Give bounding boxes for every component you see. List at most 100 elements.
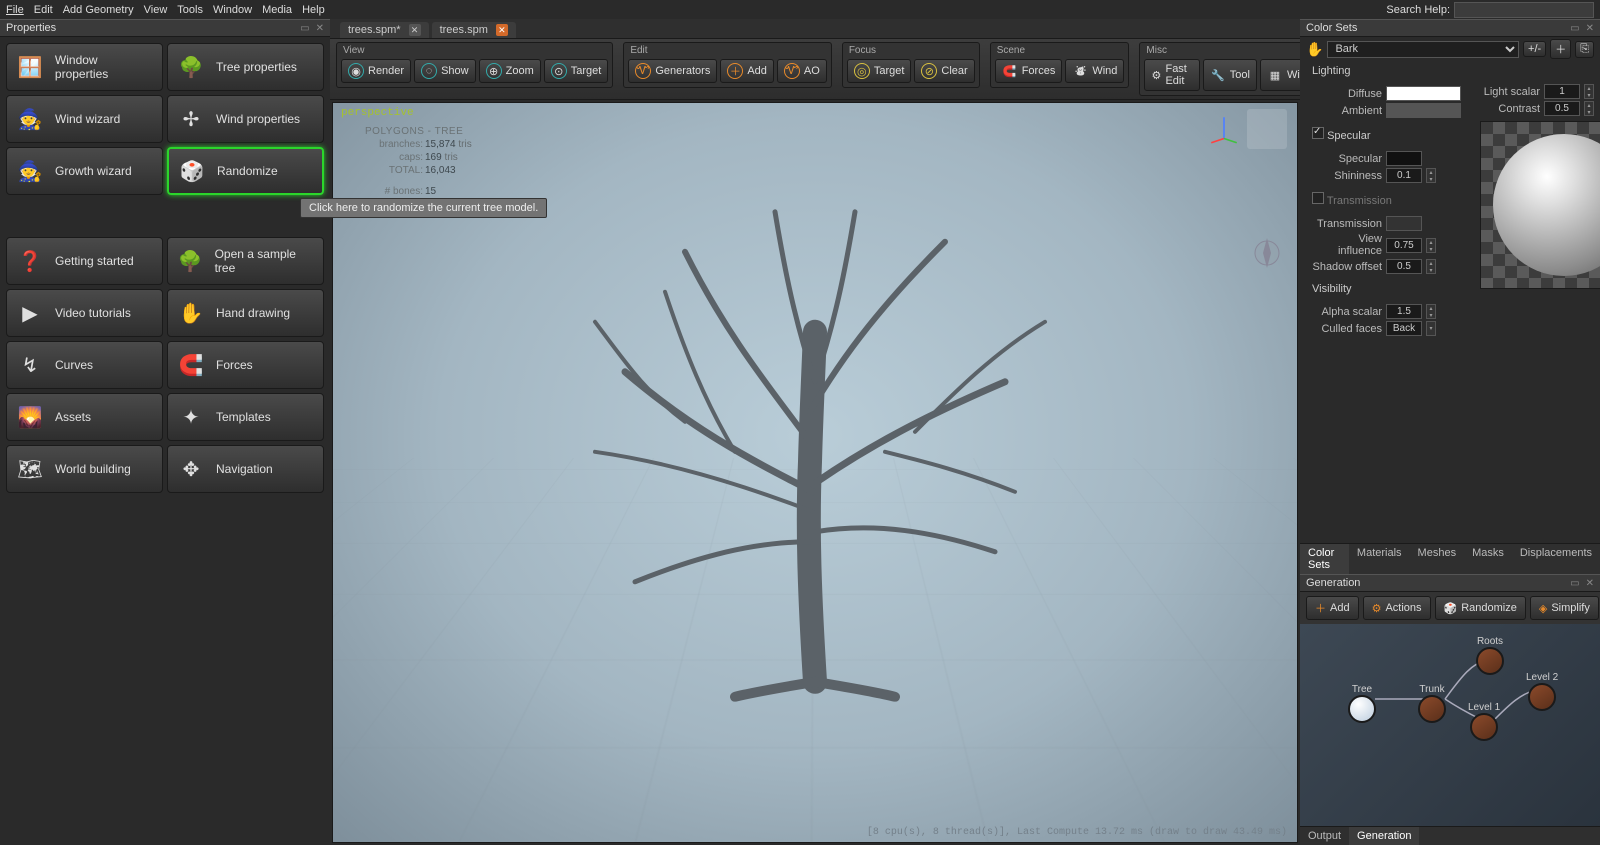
gen-node-trunk[interactable]: Trunk — [1418, 684, 1446, 723]
btn-show[interactable]: ◌Show — [414, 59, 476, 83]
inspector-tab-masks[interactable]: Masks — [1464, 544, 1512, 574]
gen-node-level1[interactable]: Level 1 — [1468, 702, 1500, 741]
tile-navigation[interactable]: ✥Navigation — [167, 445, 324, 493]
shininess-spinner[interactable]: ▴▾ — [1426, 168, 1436, 183]
culled-dropdown[interactable]: ▾ — [1426, 321, 1436, 336]
tile-label: Getting started — [55, 254, 134, 268]
panel-float-icon[interactable]: ▭ — [1570, 578, 1579, 589]
view-cube[interactable] — [1247, 109, 1287, 149]
add-colorset-button[interactable]: ＋ — [1550, 39, 1571, 59]
gen-status-tab-generation[interactable]: Generation — [1349, 827, 1419, 845]
btn-generators[interactable]: ᏉGenerators — [628, 59, 717, 83]
gen-node-roots[interactable]: Roots — [1476, 636, 1504, 675]
menu-media[interactable]: Media — [262, 4, 292, 16]
btn-tool[interactable]: 🔧Tool — [1203, 59, 1257, 91]
light-scalar-input[interactable]: 1 — [1544, 84, 1580, 99]
inspector-tab-materials[interactable]: Materials — [1349, 544, 1410, 574]
btn-wind[interactable]: ⛇Wind — [1065, 59, 1124, 83]
tile-hand-drawing[interactable]: ✋Hand drawing — [167, 289, 324, 337]
panel-close-icon[interactable]: ✕ — [1586, 578, 1594, 589]
simplify-icon: ◈ — [1539, 602, 1547, 615]
contrast-input[interactable]: 0.5 — [1544, 101, 1580, 116]
btn-ao[interactable]: ᏉAO — [777, 59, 827, 83]
tile-getting-started[interactable]: ❓Getting started — [6, 237, 163, 285]
panel-float-icon[interactable]: ▭ — [1570, 23, 1579, 34]
gen-status-tab-output[interactable]: Output — [1300, 827, 1349, 845]
btn-focus-target[interactable]: ◎Target — [847, 59, 912, 83]
shadow-offset-input[interactable]: 0.5 — [1386, 259, 1422, 274]
shadow-offset-spinner[interactable]: ▴▾ — [1426, 259, 1436, 274]
inspector-tab-meshes[interactable]: Meshes — [1410, 544, 1465, 574]
btn-focus-clear[interactable]: ⊘Clear — [914, 59, 974, 83]
copy-colorset-button[interactable]: ⎘ — [1575, 41, 1594, 58]
tile-window-properties[interactable]: 🪟Window properties — [6, 43, 163, 91]
ambient-swatch[interactable] — [1386, 103, 1461, 118]
contrast-label: Contrast — [1480, 103, 1540, 115]
menu-edit[interactable]: Edit — [34, 4, 53, 16]
culled-select[interactable]: Back — [1386, 321, 1422, 336]
alpha-scalar-input[interactable]: 1.5 — [1386, 304, 1422, 319]
tile-wind-wizard[interactable]: 🧙Wind wizard — [6, 95, 163, 143]
axis-gizmo[interactable] — [1207, 113, 1241, 147]
contrast-spinner[interactable]: ▴▾ — [1584, 101, 1594, 116]
tile-open-sample[interactable]: 🌳Open a sample tree — [167, 237, 324, 285]
specular-checkbox[interactable] — [1312, 127, 1324, 139]
menu-tools[interactable]: Tools — [177, 4, 203, 16]
menu-window[interactable]: Window — [213, 4, 252, 16]
gen-node-level2[interactable]: Level 2 — [1526, 672, 1558, 711]
hand-icon[interactable]: ✋ — [1306, 41, 1323, 58]
gen-btn-simplify[interactable]: ◈Simplify — [1530, 596, 1599, 620]
light-scalar-spinner[interactable]: ▴▾ — [1584, 84, 1594, 99]
menu-add-geometry[interactable]: Add Geometry — [63, 4, 134, 16]
compass-gizmo[interactable] — [1247, 233, 1287, 273]
color-set-select[interactable]: Bark — [1327, 41, 1519, 58]
inspector-tab-color-sets[interactable]: Color Sets — [1300, 544, 1349, 574]
btn-fast-edit[interactable]: ⚙Fast Edit — [1144, 59, 1199, 91]
tile-tree-properties[interactable]: 🌳Tree properties — [167, 43, 324, 91]
toolgroup-focus-label: Focus — [847, 45, 975, 59]
tile-forces[interactable]: 🧲Forces — [167, 341, 324, 389]
panel-close-icon[interactable]: ✕ — [316, 23, 324, 34]
tile-growth-wizard[interactable]: 🧙Growth wizard — [6, 147, 163, 195]
tree-model[interactable] — [535, 181, 1095, 701]
view-influence-input[interactable]: 0.75 — [1386, 238, 1422, 253]
gen-btn-actions[interactable]: ⚙Actions — [1363, 596, 1431, 620]
tile-world-building[interactable]: 🗺World building — [6, 445, 163, 493]
document-tab[interactable]: trees.spm✕ — [432, 22, 516, 38]
tab-close-icon[interactable]: ✕ — [409, 24, 421, 36]
document-tab[interactable]: trees.spm*✕ — [340, 22, 429, 38]
menu-view[interactable]: View — [144, 4, 168, 16]
menu-file[interactable]: File — [6, 4, 24, 16]
inspector-tab-displacements[interactable]: Displacements — [1512, 544, 1600, 574]
shininess-input[interactable]: 0.1 — [1386, 168, 1422, 183]
tile-wind-properties[interactable]: ✢Wind properties — [167, 95, 324, 143]
panel-close-icon[interactable]: ✕ — [1586, 23, 1594, 34]
specular-swatch[interactable] — [1386, 151, 1422, 166]
menu-help[interactable]: Help — [302, 4, 325, 16]
add-icon: ＋ — [1315, 600, 1326, 616]
search-help-input[interactable] — [1454, 2, 1594, 18]
btn-add[interactable]: ＋Add — [720, 59, 774, 83]
tile-randomize[interactable]: 🎲Randomize — [167, 147, 324, 195]
gen-node-tree[interactable]: Tree — [1348, 684, 1376, 723]
gen-btn-randomize[interactable]: 🎲Randomize — [1435, 596, 1526, 620]
transmission-checkbox[interactable] — [1312, 192, 1324, 204]
btn-view-target[interactable]: ⊙Target — [544, 59, 609, 83]
view-influence-spinner[interactable]: ▴▾ — [1426, 238, 1436, 253]
tab-close-icon[interactable]: ✕ — [496, 24, 508, 36]
tile-video-tutorials[interactable]: ▶Video tutorials — [6, 289, 163, 337]
btn-forces[interactable]: 🧲Forces — [995, 59, 1063, 83]
btn-render[interactable]: ◉Render — [341, 59, 411, 83]
panel-float-icon[interactable]: ▭ — [300, 23, 309, 34]
plus-minus-button[interactable]: +/- — [1523, 41, 1546, 57]
transmission-swatch[interactable] — [1386, 216, 1422, 231]
tile-assets[interactable]: 🌄Assets — [6, 393, 163, 441]
tile-label: Wind properties — [216, 112, 300, 126]
btn-zoom[interactable]: ⊕Zoom — [479, 59, 541, 83]
diffuse-swatch[interactable] — [1386, 86, 1461, 101]
gen-btn-add[interactable]: ＋Add — [1306, 596, 1359, 620]
generation-graph[interactable]: Tree Trunk Roots Level 1 Level 2 — [1300, 624, 1600, 826]
tile-templates[interactable]: ✦Templates — [167, 393, 324, 441]
tile-curves[interactable]: ↯Curves — [6, 341, 163, 389]
alpha-spinner[interactable]: ▴▾ — [1426, 304, 1436, 319]
